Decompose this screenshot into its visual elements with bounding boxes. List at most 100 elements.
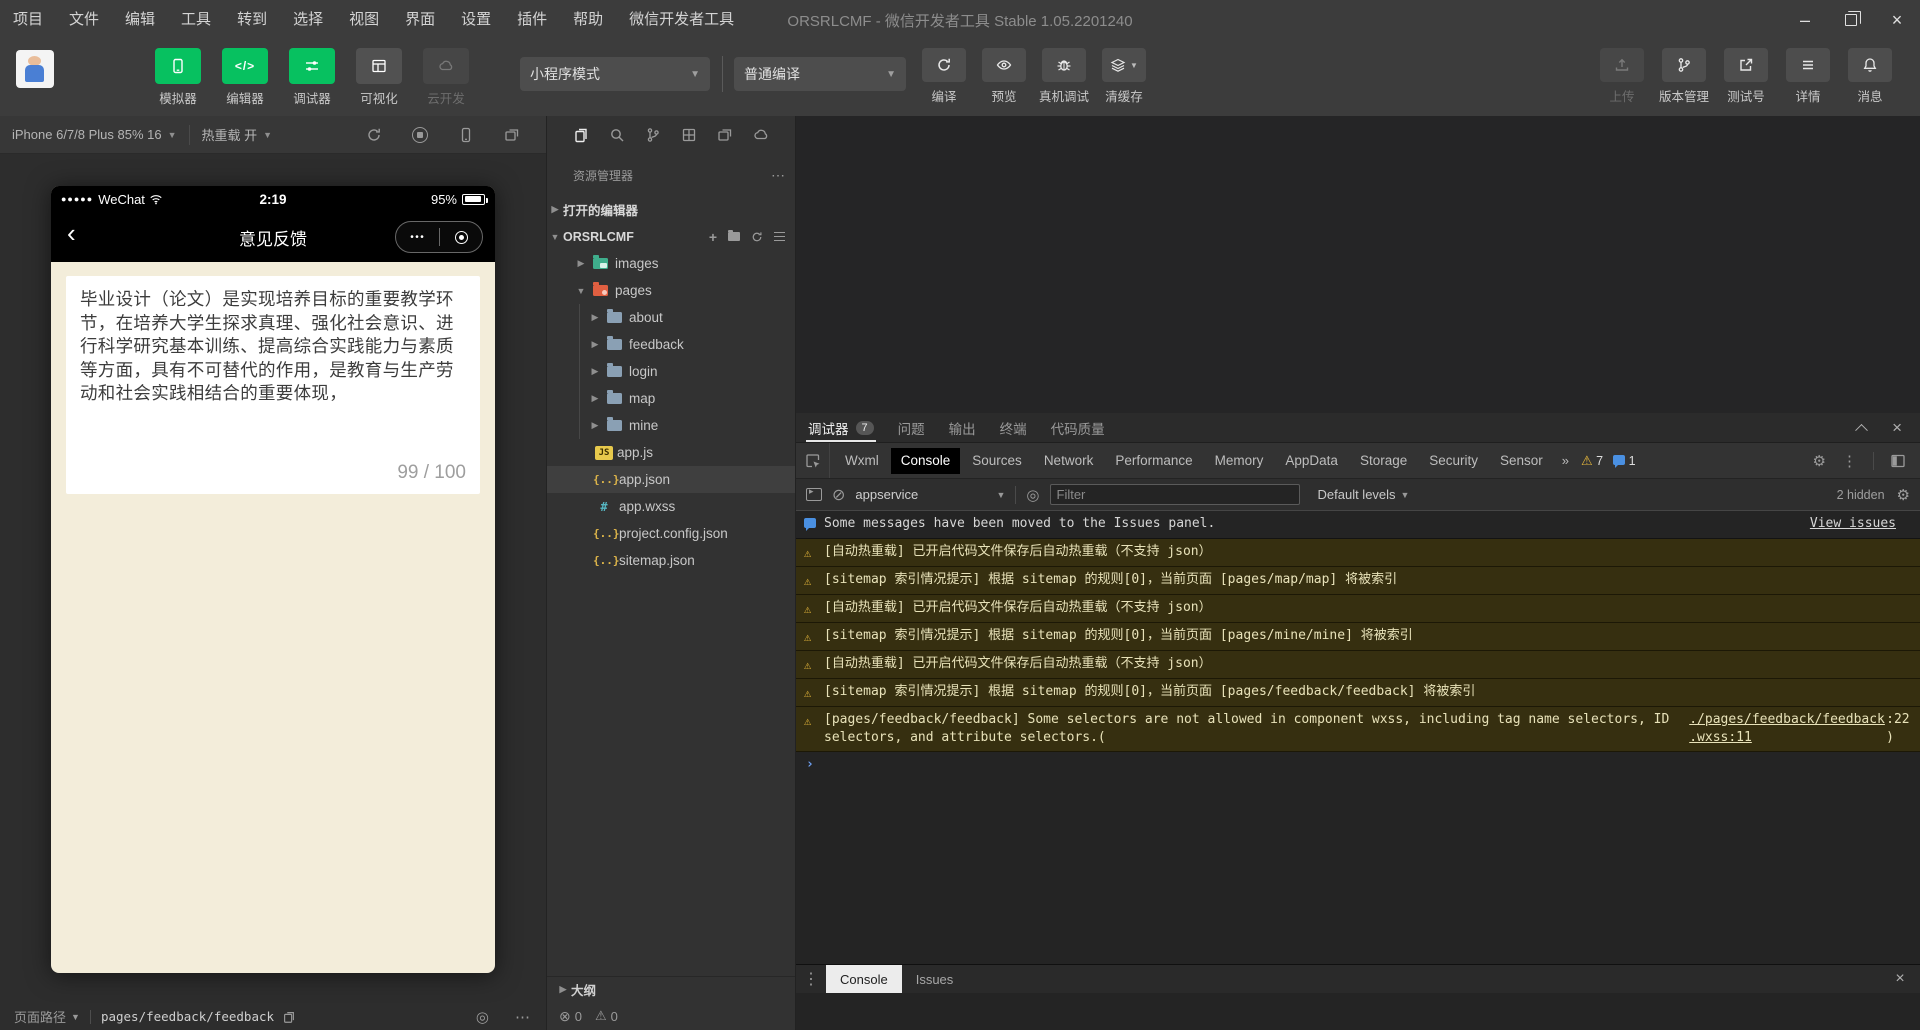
version-control-action[interactable]: 版本管理 <box>1658 48 1710 105</box>
toggle-debugger[interactable]: 调试器 <box>286 48 338 107</box>
refresh-icon[interactable] <box>751 231 763 243</box>
search-icon[interactable] <box>609 127 625 143</box>
debugger-tab-3[interactable]: 终端 <box>988 413 1039 442</box>
console-filter-input[interactable] <box>1049 484 1300 505</box>
tree-item-sitemap.json[interactable]: {..} sitemap.json <box>547 547 795 574</box>
tree-item-images[interactable]: ▶ images <box>547 250 795 277</box>
git-branch-icon[interactable] <box>645 127 661 143</box>
compile-button[interactable] <box>922 48 966 82</box>
close-button[interactable]: × <box>1874 0 1920 40</box>
debugger-tab-1[interactable]: 问题 <box>886 413 937 442</box>
minimize-button[interactable]: – <box>1782 0 1828 40</box>
console-sidebar-icon[interactable] <box>806 486 822 501</box>
log-levels-select[interactable]: Default levels ▼ <box>1318 487 1410 502</box>
tree-item-project.config.json[interactable]: {..} project.config.json <box>547 520 795 547</box>
watch-icon[interactable]: ◎ <box>476 1008 489 1026</box>
tree-item-app.js[interactable]: JS app.js <box>547 439 795 466</box>
clear-console-icon[interactable]: ⊘ <box>832 485 845 505</box>
more-icon[interactable]: ⋯ <box>515 1008 530 1026</box>
devtools-tab-sources[interactable]: Sources <box>962 448 1032 474</box>
menu-item-7[interactable]: 界面 <box>392 0 448 40</box>
new-file-icon[interactable]: + <box>709 229 717 245</box>
visual-button[interactable] <box>356 48 402 84</box>
devtools-tab-performance[interactable]: Performance <box>1105 448 1202 474</box>
devtools-tab-network[interactable]: Network <box>1034 448 1104 474</box>
float-window-icon[interactable] <box>504 127 520 143</box>
test-account-button[interactable] <box>1724 48 1768 82</box>
feedback-textarea[interactable]: 毕业设计（论文）是实现培养目标的重要教学环节，在培养大学生探求真理、强化社会意识… <box>66 276 480 494</box>
upload-action[interactable]: 上传 <box>1596 48 1648 105</box>
devtools-tab-sensor[interactable]: Sensor <box>1490 448 1553 474</box>
settings-gear-icon[interactable]: ⚙ <box>1813 452 1826 470</box>
menu-item-4[interactable]: 转到 <box>224 0 280 40</box>
close-drawer-icon[interactable]: × <box>1880 965 1920 993</box>
debugger-tab-0[interactable]: 调试器 7 <box>796 413 886 442</box>
remote-debug-action[interactable]: 真机调试 <box>1038 48 1090 105</box>
source-link[interactable]: ./pages/feedback/feedback.wxss:11 <box>1689 711 1886 747</box>
more-icon[interactable]: ⋯ <box>771 167 785 184</box>
devtools-tab-console[interactable]: Console <box>890 447 961 474</box>
outline-section[interactable]: ▶ 大纲 <box>547 976 795 1002</box>
menu-item-2[interactable]: 编辑 <box>112 0 168 40</box>
context-select[interactable]: appservice ▼ <box>855 487 1005 502</box>
restart-icon[interactable] <box>366 127 382 143</box>
menu-item-8[interactable]: 设置 <box>448 0 504 40</box>
toggle-simulator[interactable]: 模拟器 <box>152 48 204 107</box>
maximize-button[interactable] <box>1828 0 1874 40</box>
tree-item-about[interactable]: ▶ about <box>547 304 795 331</box>
grid-icon[interactable] <box>681 127 697 143</box>
open-editors-section[interactable]: ▶ 打开的编辑器 <box>547 196 795 223</box>
menu-item-5[interactable]: 选择 <box>280 0 336 40</box>
dock-side-icon[interactable] <box>1890 453 1906 469</box>
compile-mode-select[interactable]: 普通编译 ▼ <box>734 57 906 91</box>
menu-item-10[interactable]: 帮助 <box>560 0 616 40</box>
new-folder-icon[interactable] <box>728 230 740 241</box>
menu-item-3[interactable]: 工具 <box>168 0 224 40</box>
menu-item-9[interactable]: 插件 <box>504 0 560 40</box>
drawer-tab-console[interactable]: Console <box>826 965 902 993</box>
live-expression-icon[interactable]: ◎ <box>1026 486 1039 504</box>
debugger-button[interactable] <box>289 48 335 84</box>
debugger-tab-2[interactable]: 输出 <box>937 413 988 442</box>
collapse-all-icon[interactable] <box>774 235 785 238</box>
details-button[interactable] <box>1786 48 1830 82</box>
hot-reload-toggle[interactable]: 热重载 开 ▼ <box>190 116 285 153</box>
inspect-element-icon[interactable] <box>796 443 830 478</box>
cloud-button[interactable] <box>423 48 469 84</box>
tree-item-feedback[interactable]: ▶ feedback <box>547 331 795 358</box>
devtools-tab-wxml[interactable]: Wxml <box>835 448 889 474</box>
toggle-visualizer[interactable]: 可视化 <box>353 48 405 107</box>
version-control-button[interactable] <box>1662 48 1706 82</box>
kebab-menu-icon[interactable]: ⋮ <box>796 965 826 993</box>
tree-item-app.json[interactable]: {..} app.json <box>547 466 795 493</box>
upload-button[interactable] <box>1600 48 1644 82</box>
user-avatar[interactable] <box>16 50 54 88</box>
problems-status[interactable]: ⊗ 0 ⚠ 0 <box>547 1002 795 1030</box>
more-dots-icon[interactable]: ••• <box>410 232 425 243</box>
devtools-tab-security[interactable]: Security <box>1419 448 1488 474</box>
messages-button[interactable] <box>1848 48 1892 82</box>
windows-icon[interactable] <box>717 127 733 143</box>
settings-gear-icon[interactable]: ⚙ <box>1897 486 1910 504</box>
more-tabs-icon[interactable]: » <box>1554 453 1577 468</box>
view-issues-link[interactable]: View issues <box>1810 515 1910 533</box>
messages-action[interactable]: 消息 <box>1844 48 1896 105</box>
devtools-tab-storage[interactable]: Storage <box>1350 448 1417 474</box>
clear-cache-button[interactable]: ▼ <box>1102 48 1146 82</box>
copy-icon[interactable] <box>282 1010 296 1024</box>
menu-item-6[interactable]: 视图 <box>336 0 392 40</box>
drawer-tab-issues[interactable]: Issues <box>902 965 968 993</box>
preview-button[interactable] <box>982 48 1026 82</box>
remote-debug-button[interactable] <box>1042 48 1086 82</box>
simulator-button[interactable] <box>155 48 201 84</box>
test-account-action[interactable]: 测试号 <box>1720 48 1772 105</box>
project-root[interactable]: ▼ ORSRLCMF + <box>547 223 795 250</box>
devtools-tab-appdata[interactable]: AppData <box>1275 448 1348 474</box>
devtools-tab-memory[interactable]: Memory <box>1205 448 1274 474</box>
debugger-tab-4[interactable]: 代码质量 <box>1039 413 1117 442</box>
toggle-cloud[interactable]: 云开发 <box>420 48 472 107</box>
warning-badge[interactable]: ⚠ 7 <box>1581 453 1603 469</box>
kebab-menu-icon[interactable]: ⋮ <box>1842 452 1857 470</box>
console-prompt[interactable]: › <box>796 752 1920 777</box>
files-icon[interactable] <box>573 127 589 143</box>
